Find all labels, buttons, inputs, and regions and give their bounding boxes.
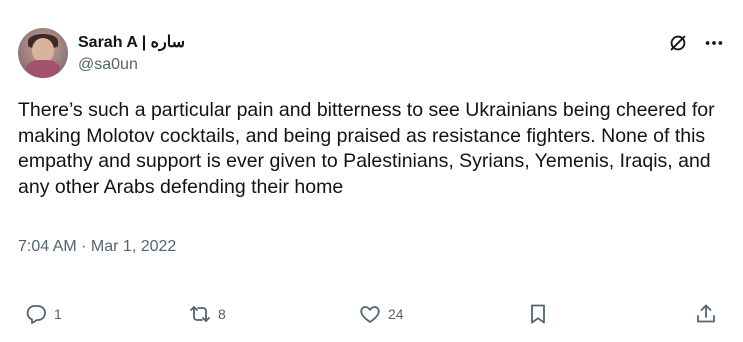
bookmark-icon [531, 304, 545, 324]
tweet-card: Sarah A | ساره @sa0un There’s such a par… [0, 0, 743, 342]
like-count: 24 [388, 306, 404, 322]
tweet-timestamp[interactable]: 7:04 AM · Mar 1, 2022 [18, 238, 176, 256]
share-button[interactable] [694, 298, 718, 330]
reply-icon [26, 305, 46, 324]
author-display-name[interactable]: Sarah A | ساره [78, 32, 185, 52]
tweet-text: There’s such a particular pain and bitte… [18, 99, 715, 198]
avatar[interactable] [18, 28, 68, 78]
retweet-count: 8 [218, 306, 226, 322]
more-options-icon[interactable] [703, 32, 725, 54]
author-handle[interactable]: @sa0un [78, 56, 138, 74]
retweet-button[interactable]: 8 [188, 298, 226, 330]
tweet-action-bar: 1 8 24 [0, 298, 743, 330]
grok-icon[interactable] [667, 32, 689, 54]
reply-button[interactable]: 1 [24, 298, 62, 330]
like-icon [360, 306, 380, 323]
reply-count: 1 [54, 306, 62, 322]
retweet-icon [190, 306, 210, 322]
bookmark-button[interactable] [526, 298, 550, 330]
tweet-header-actions [667, 32, 725, 54]
like-button[interactable]: 24 [358, 298, 404, 330]
share-icon [697, 304, 715, 323]
